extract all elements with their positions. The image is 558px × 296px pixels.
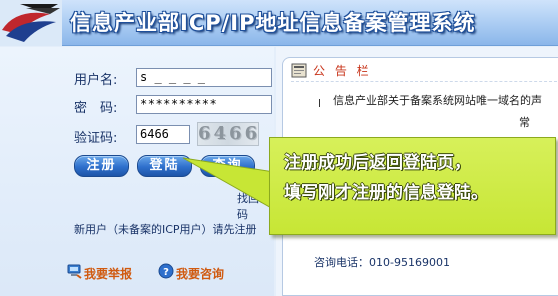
- callout-line-2: 填写刚才注册的信息登陆。: [284, 183, 488, 203]
- callout-line-1: 注册成功后返回登陆页，: [284, 153, 471, 173]
- username-label: 用户名:: [74, 73, 118, 88]
- report-link[interactable]: 我要举报: [84, 265, 132, 282]
- header-bar: 信息产业部ICP/IP地址信息备案管理系统: [0, 0, 558, 46]
- password-input[interactable]: **********: [136, 95, 272, 114]
- svg-text:?: ?: [163, 267, 169, 278]
- new-user-register-text[interactable]: 新用户（未备案的ICP用户）请先注册: [74, 221, 257, 237]
- captcha-image[interactable]: 6466: [197, 122, 259, 146]
- login-button[interactable]: 登陆: [137, 155, 192, 177]
- logo-emblem-icon: [0, 0, 62, 46]
- consult-link[interactable]: 我要咨询: [176, 265, 224, 282]
- query-button[interactable]: 查询: [200, 155, 255, 177]
- password-label: 密 码:: [74, 101, 118, 116]
- help-icon: ?: [158, 263, 174, 279]
- username-input[interactable]: s _ _ _ _: [136, 68, 272, 87]
- notice-item-continuation: 常: [519, 116, 530, 129]
- instruction-callout: 注册成功后返回登陆页， 填写刚才注册的信息登陆。: [269, 137, 556, 235]
- notice-item-link[interactable]: 信息产业部关于备案系统网站唯一域名的声: [333, 92, 558, 108]
- bullet-icon: [319, 99, 320, 107]
- computer-icon: [67, 264, 82, 279]
- captcha-input[interactable]: 6466: [136, 125, 190, 144]
- captcha-label: 验证码:: [74, 131, 118, 146]
- notice-header: 公 告 栏: [291, 60, 557, 82]
- notice-board-icon: [291, 63, 307, 78]
- notice-title: 公 告 栏: [313, 64, 372, 78]
- login-panel: 用户名: s _ _ _ _ 密 码: ********** 验证码: 6466…: [0, 47, 274, 296]
- register-button[interactable]: 注册: [74, 155, 129, 177]
- consult-phone: 咨询电话：010-95169001: [314, 256, 450, 269]
- page-title: 信息产业部ICP/IP地址信息备案管理系统: [70, 11, 476, 35]
